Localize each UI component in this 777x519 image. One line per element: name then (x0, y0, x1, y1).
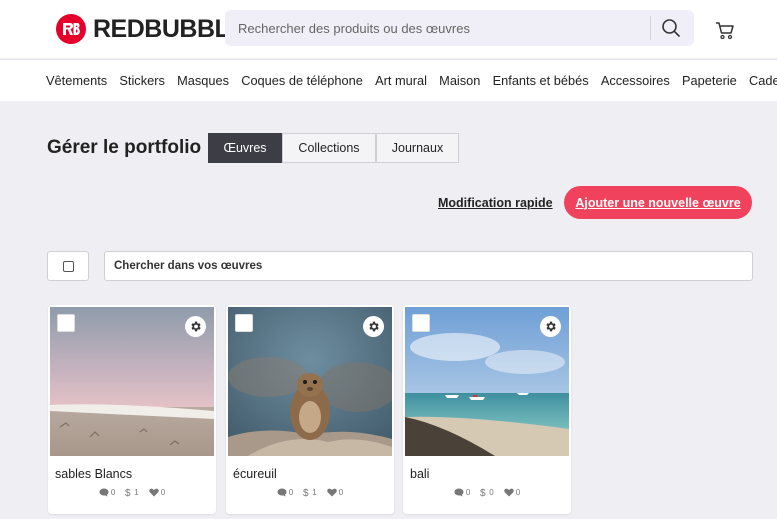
work-card[interactable]: sables Blancs 0 $ 1 0 (48, 305, 216, 514)
site-search-bar (225, 10, 694, 46)
likes-count: 0 (338, 487, 344, 497)
search-button[interactable] (658, 15, 684, 41)
price-value: 1 (134, 487, 139, 497)
work-settings-button[interactable] (185, 316, 206, 337)
redbubble-logo-mark (56, 14, 86, 44)
site-search-input[interactable] (236, 19, 645, 37)
comment-icon (99, 488, 109, 496)
gear-icon (191, 321, 201, 332)
work-thumbnail[interactable] (405, 307, 569, 456)
work-stats: 0 $ 1 0 (48, 487, 216, 497)
svg-text:$: $ (303, 488, 309, 497)
likes-count: 0 (160, 487, 166, 497)
comments-count: 0 (465, 487, 471, 497)
brand-name: REDBUBBLE (93, 14, 246, 43)
tab-journaux[interactable]: Journaux (376, 133, 459, 163)
work-card[interactable]: bali 0 $ 0 0 (403, 305, 571, 514)
comments-count: 0 (288, 487, 294, 497)
dollar-icon: $ (125, 488, 131, 497)
nav-item-papeterie[interactable]: Papeterie (682, 73, 737, 88)
work-title[interactable]: bali (410, 467, 429, 481)
work-select-checkbox[interactable] (412, 314, 430, 332)
work-search-input[interactable] (112, 259, 736, 273)
nav-item-enfants[interactable]: Enfants et bébés (493, 73, 589, 88)
site-header: REDBUBBLE (0, 0, 777, 58)
nav-item-accessoires[interactable]: Accessoires (601, 73, 670, 88)
dollar-icon: $ (480, 488, 486, 497)
nav-item-cadeaux[interactable]: Cadeaux (749, 73, 777, 88)
work-stats: 0 $ 0 0 (403, 487, 571, 497)
comment-icon (454, 488, 464, 496)
heart-icon (326, 488, 337, 496)
work-settings-button[interactable] (363, 316, 384, 337)
likes-count: 0 (515, 487, 521, 497)
add-new-work-button[interactable]: Ajouter une nouvelle œuvre (564, 186, 752, 219)
redbubble-logo[interactable]: REDBUBBLE (56, 13, 246, 45)
price-value: 1 (312, 487, 317, 497)
cart-icon (716, 22, 734, 40)
gear-icon (546, 321, 556, 332)
cart-button[interactable] (714, 19, 736, 41)
price-value: 0 (489, 487, 494, 497)
select-all-checkbox[interactable] (62, 260, 74, 272)
category-nav: Vêtements Stickers Masques Coques de tél… (0, 59, 777, 101)
tab-oeuvres[interactable]: Œuvres (208, 133, 282, 163)
quick-edit-link[interactable]: Modification rapide (438, 196, 553, 210)
work-settings-button[interactable] (540, 316, 561, 337)
work-search-box (104, 251, 753, 281)
svg-text:$: $ (480, 488, 486, 497)
work-title[interactable]: écureuil (233, 467, 277, 481)
gear-icon (369, 321, 379, 332)
work-card[interactable]: écureuil 0 $ 1 0 (226, 305, 394, 514)
svg-text:$: $ (125, 488, 131, 497)
work-thumbnail[interactable] (50, 307, 214, 456)
comment-icon (277, 488, 287, 496)
comments-count: 0 (110, 487, 116, 497)
work-select-checkbox[interactable] (235, 314, 253, 332)
portfolio-tabs: Œuvres Collections Journaux (208, 133, 459, 163)
dollar-icon: $ (303, 488, 309, 497)
work-thumbnail[interactable] (228, 307, 392, 456)
nav-item-stickers[interactable]: Stickers (119, 73, 165, 88)
search-icon (662, 19, 680, 37)
select-all-checkbox-box[interactable] (47, 251, 89, 281)
heart-icon (148, 488, 159, 496)
nav-item-coques[interactable]: Coques de téléphone (241, 73, 363, 88)
page-title: Gérer le portfolio (47, 137, 202, 158)
work-select-checkbox[interactable] (57, 314, 75, 332)
nav-item-masques[interactable]: Masques (177, 73, 229, 88)
nav-item-art-mural[interactable]: Art mural (375, 73, 427, 88)
work-stats: 0 $ 1 0 (226, 487, 394, 497)
nav-item-vetements[interactable]: Vêtements (46, 73, 107, 88)
work-title[interactable]: sables Blancs (55, 467, 132, 481)
heart-icon (503, 488, 514, 496)
search-divider (650, 16, 651, 40)
tab-collections[interactable]: Collections (282, 133, 376, 163)
nav-item-maison[interactable]: Maison (439, 73, 480, 88)
